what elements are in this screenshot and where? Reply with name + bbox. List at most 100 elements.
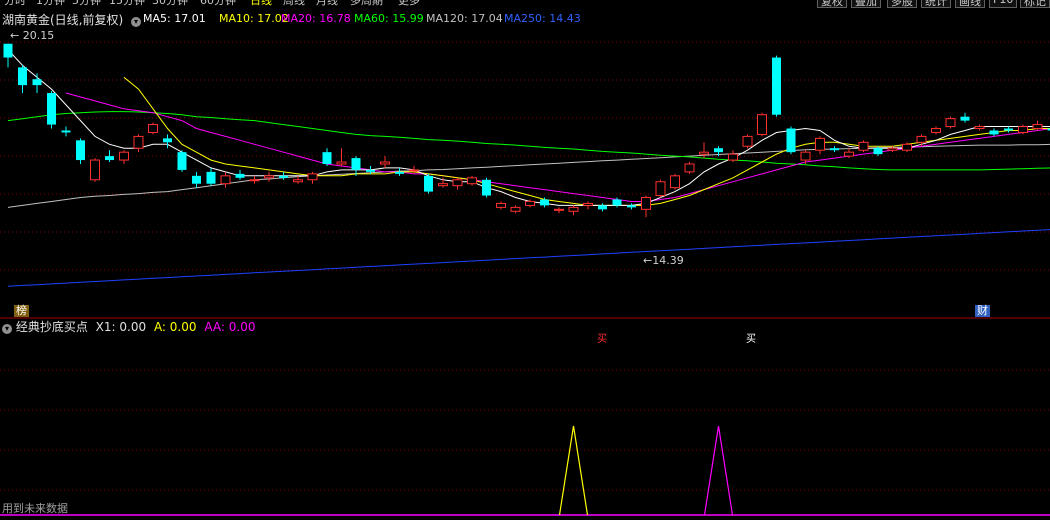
candle-body bbox=[438, 183, 448, 187]
indicator-signal bbox=[703, 425, 734, 516]
ma-legend-item: MA60: 15.99 bbox=[354, 12, 424, 25]
chevron-down-icon[interactable]: ▾ bbox=[2, 324, 12, 334]
candle-body bbox=[786, 128, 796, 153]
candle-body bbox=[945, 118, 956, 128]
candle-body bbox=[47, 93, 56, 125]
candle-body bbox=[800, 151, 811, 161]
candle-body bbox=[684, 163, 695, 173]
candle-body bbox=[1018, 126, 1028, 133]
candle-body bbox=[192, 175, 201, 184]
indicator-signal bbox=[558, 425, 589, 516]
candle-body bbox=[844, 151, 854, 157]
indicator-a: A: 0.00 bbox=[153, 320, 197, 334]
candle-body bbox=[960, 116, 970, 121]
ma120-line bbox=[7, 143, 1050, 208]
candle-body bbox=[627, 205, 636, 208]
ma-legend-item: MA5: 17.01 bbox=[143, 12, 206, 25]
candle-body bbox=[18, 67, 27, 86]
indicator-title: 经典抄底买点 bbox=[15, 320, 88, 334]
candle-body bbox=[380, 161, 390, 165]
indicator-header: ▾ 经典抄底买点 X1: 0.00 A: 0.00 AA: 0.00 bbox=[2, 321, 255, 334]
ma-legend-item: MA10: 17.02 bbox=[219, 12, 289, 25]
candle-body bbox=[540, 199, 549, 206]
candle-body bbox=[554, 208, 564, 211]
candle-body bbox=[699, 151, 709, 155]
candle-body bbox=[830, 148, 839, 151]
candle-body bbox=[1004, 128, 1013, 131]
candle-body bbox=[452, 179, 463, 187]
ma-legend-item: MA120: 17.04 bbox=[426, 12, 503, 25]
candle-body bbox=[76, 140, 85, 161]
candle-body bbox=[655, 181, 666, 197]
candle-body bbox=[133, 135, 144, 149]
candle-body bbox=[235, 173, 245, 178]
candle-body bbox=[424, 175, 433, 192]
candle-body bbox=[714, 148, 723, 153]
high-price-label: ← 20.15 bbox=[10, 29, 55, 42]
candle-body bbox=[974, 126, 985, 130]
candle-body bbox=[510, 206, 521, 212]
candle-body bbox=[525, 200, 535, 206]
candle-body bbox=[395, 171, 404, 174]
candle-body bbox=[931, 128, 941, 133]
candle-body bbox=[177, 152, 187, 170]
candle-body bbox=[409, 169, 419, 172]
candle-body bbox=[32, 79, 42, 86]
candle-body bbox=[366, 169, 375, 172]
candle-body bbox=[742, 135, 753, 147]
candle-body bbox=[641, 197, 651, 210]
stock-title: 湖南黄金(日线,前复权) ▾ bbox=[2, 11, 142, 28]
candle-body bbox=[336, 161, 347, 165]
chart-window: 分时1分钟5分钟15分钟30分钟60分钟日线周线月线多周期更多 复权叠加多股统计… bbox=[0, 0, 1050, 520]
candle-body bbox=[351, 158, 361, 170]
candle-body bbox=[249, 179, 260, 182]
candle-body bbox=[279, 175, 288, 178]
ma250-line bbox=[7, 229, 1050, 287]
candle-body bbox=[307, 173, 318, 181]
indicator-x1: X1: 0.00 bbox=[95, 320, 147, 334]
candle-body bbox=[264, 175, 274, 179]
candle-body bbox=[670, 175, 680, 189]
indicator-footer: 用到未来数据 bbox=[2, 502, 68, 515]
candle-body bbox=[598, 205, 607, 210]
candle-body bbox=[293, 179, 303, 183]
rank-badge[interactable]: 榜 bbox=[14, 305, 29, 317]
chevron-down-icon[interactable]: ▾ bbox=[131, 17, 142, 27]
candle-body bbox=[220, 175, 231, 185]
candle-body bbox=[568, 206, 579, 212]
candle-body bbox=[815, 137, 825, 151]
candle-body bbox=[902, 143, 912, 151]
ma-legend-item: MA20: 16.78 bbox=[281, 12, 351, 25]
candle-body bbox=[90, 159, 100, 181]
candle-body bbox=[496, 202, 506, 208]
ma10-line bbox=[123, 76, 1050, 206]
stock-title-text: 湖南黄金(日线,前复权) bbox=[2, 13, 124, 27]
candle-body bbox=[1032, 124, 1043, 130]
ma5-line bbox=[7, 49, 1050, 206]
arrow-icon: ← bbox=[643, 254, 653, 267]
buy-marker-2: 买 bbox=[746, 334, 756, 345]
candle-body bbox=[916, 135, 927, 143]
candle-body bbox=[163, 138, 172, 143]
candle-body bbox=[206, 171, 216, 184]
candle-body bbox=[583, 202, 593, 206]
finance-badge[interactable]: 财 bbox=[975, 305, 990, 317]
candle-body bbox=[612, 199, 622, 206]
candle-body bbox=[467, 177, 477, 185]
low-price-label: ←14.39 bbox=[643, 254, 684, 267]
candle-body bbox=[772, 57, 781, 115]
candle-body bbox=[322, 152, 332, 164]
arrow-icon: ← bbox=[10, 29, 20, 42]
indicator-aa: AA: 0.00 bbox=[204, 320, 256, 334]
buy-marker-1: 买 bbox=[597, 334, 607, 345]
candle-body bbox=[887, 147, 898, 151]
candle-body bbox=[873, 148, 883, 155]
candle-body bbox=[105, 156, 114, 161]
candle-body bbox=[119, 151, 129, 161]
candle-body bbox=[989, 130, 999, 135]
candle-body bbox=[858, 141, 869, 151]
chart-canvas[interactable] bbox=[0, 0, 1050, 520]
candle-body bbox=[61, 130, 71, 133]
candle-body bbox=[482, 179, 491, 196]
candle-body bbox=[728, 153, 738, 161]
